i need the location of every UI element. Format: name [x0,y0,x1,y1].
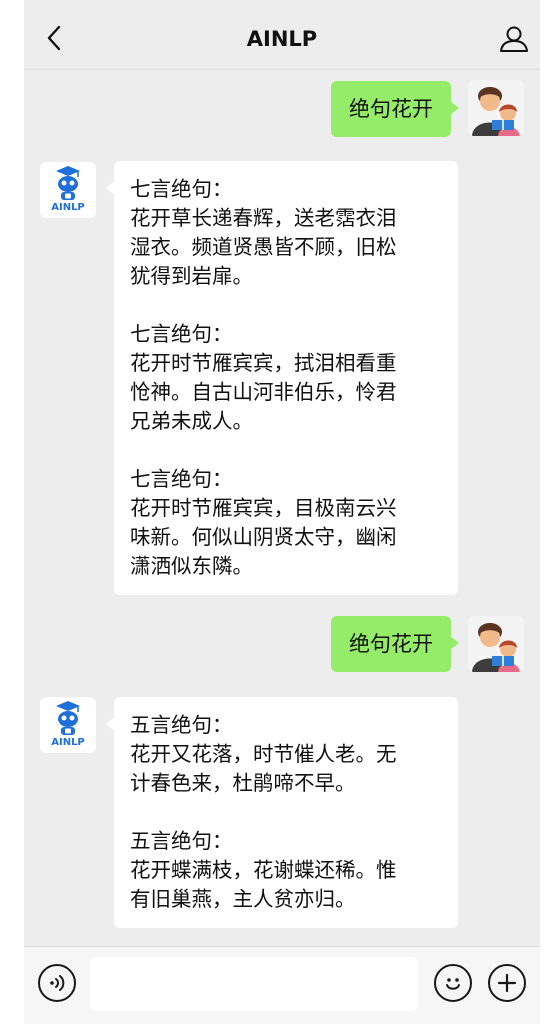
input-bar [24,946,540,1024]
plus-icon [497,973,517,993]
user-icon [500,26,528,52]
emoji-button[interactable] [434,964,472,1002]
message-input[interactable] [90,957,418,1011]
message-bubble-me[interactable]: 绝句花开 [331,81,459,137]
bot-avatar-label: AINLP [51,202,85,213]
my-avatar[interactable] [468,616,524,672]
voice-button[interactable] [38,964,76,1002]
bot-avatar[interactable]: AINLP [40,697,96,753]
chat-title: AINLP [246,27,318,51]
my-avatar[interactable] [468,80,524,136]
voice-icon [50,975,65,991]
chat-info-button[interactable] [498,24,530,54]
emoji-icon [446,978,460,990]
nav-bar: AINLP [24,0,540,70]
chat-window: AINLP 绝句花开 AINLP 七言绝句： 花开草长递春辉，送老霑衣泪 湿衣。… [24,0,540,1024]
more-button[interactable] [488,964,526,1002]
parent-child-reading-icon [468,80,524,136]
message-bubble-bot[interactable]: 七言绝句： 花开草长递春辉，送老霑衣泪 湿衣。频道贤愚皆不顾，旧松 犹得到岩扉。… [106,161,458,595]
bot-avatar-label: AINLP [51,737,85,748]
bot-avatar[interactable]: AINLP [40,162,96,218]
message-bubble-bot[interactable]: 五言绝句： 花开又花落，时节催人老。无 计春色来，杜鹃啼不早。 五言绝句： 花开… [106,697,458,928]
message-bubble-me[interactable]: 绝句花开 [331,616,459,672]
parent-child-reading-icon [468,616,524,672]
